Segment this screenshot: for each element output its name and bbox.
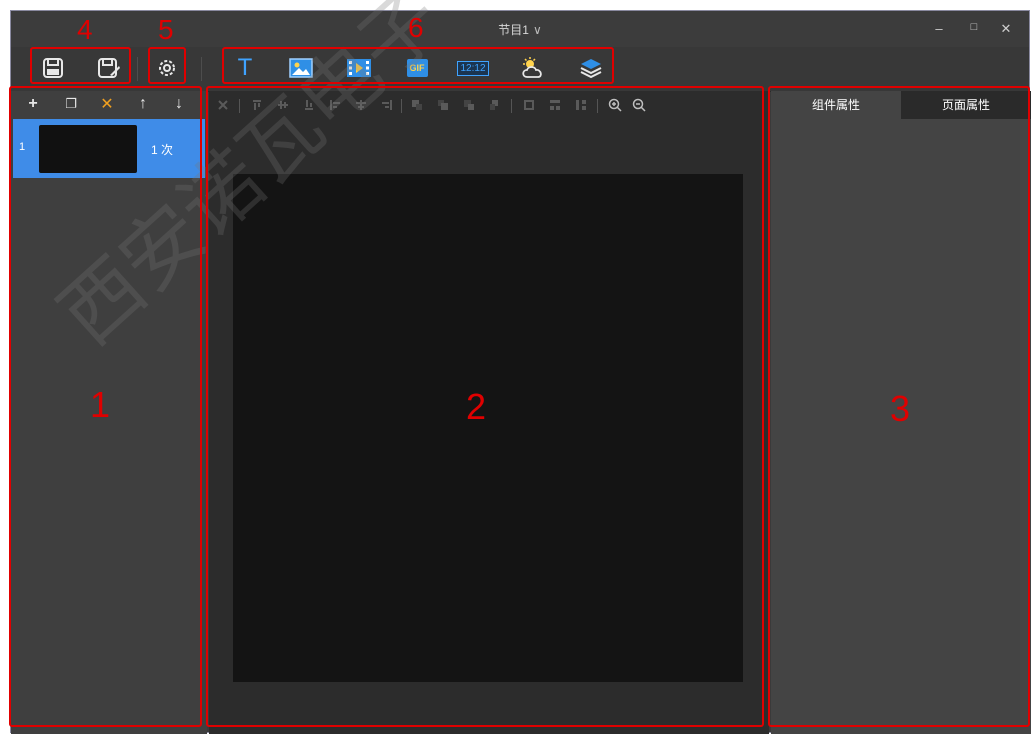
annotation-label-6: 6: [408, 12, 424, 43]
annotation-box-4: [30, 47, 131, 84]
annotation-label-4: 4: [77, 14, 93, 45]
annotation-box-6: [222, 47, 614, 84]
toolbar-divider: [201, 57, 202, 81]
minimize-button[interactable]: –: [929, 21, 949, 36]
toolbar-divider: [137, 57, 138, 81]
annotation-label-3: 3: [890, 388, 911, 429]
annotation-label-1: 1: [90, 384, 111, 425]
program-name: 节目1: [498, 23, 529, 37]
close-button[interactable]: ✕: [996, 21, 1016, 37]
annotation-label-2: 2: [466, 386, 487, 427]
annotation-box-5: [148, 47, 186, 84]
chevron-down-icon[interactable]: ∨: [533, 23, 542, 37]
annotation-label-5: 5: [158, 14, 174, 45]
maximize-button[interactable]: □: [964, 21, 984, 33]
